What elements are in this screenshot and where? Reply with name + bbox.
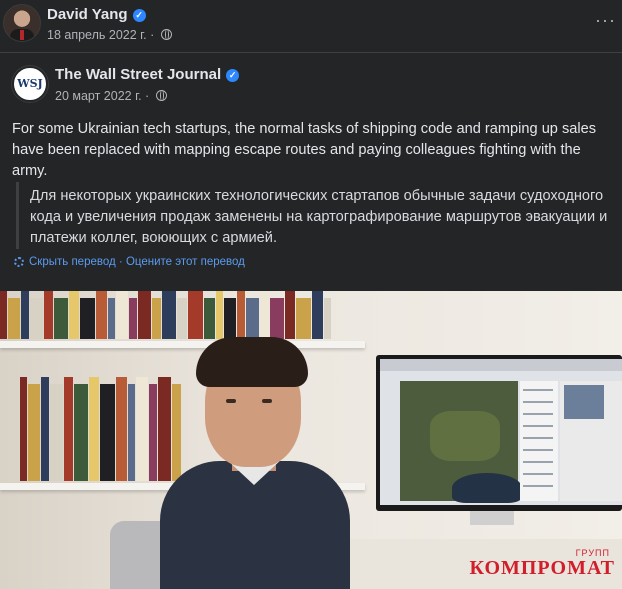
screen-chat	[520, 381, 558, 501]
monitor-screen	[380, 359, 622, 505]
book	[0, 291, 7, 339]
book	[64, 377, 73, 481]
shared-post-card: WSJ The Wall Street Journal ✓ 20 март 202…	[0, 52, 622, 589]
post-text: For some Ukrainian tech startups, the no…	[12, 121, 597, 179]
book	[41, 377, 49, 481]
book	[89, 377, 99, 481]
book	[136, 377, 148, 481]
book	[260, 291, 269, 339]
author-avatar[interactable]	[3, 4, 41, 42]
post-date[interactable]: 18 апрель 2022 г. ·	[47, 28, 154, 42]
verified-badge-icon: ✓	[226, 69, 240, 82]
book	[237, 291, 245, 339]
gear-icon[interactable]	[14, 257, 24, 267]
screen-top-bar	[380, 359, 622, 371]
wsj-logo[interactable]: WSJ	[12, 66, 48, 102]
book	[50, 384, 63, 481]
book	[128, 384, 135, 481]
avatar-tie	[20, 30, 24, 40]
book	[116, 377, 127, 481]
post-header: David Yang ✓ 18 апрель 2022 г. · ···	[0, 0, 622, 50]
book	[54, 298, 68, 339]
globe-icon	[160, 29, 172, 40]
verified-badge-icon: ✓	[132, 9, 146, 22]
book	[21, 291, 29, 339]
book	[152, 298, 161, 339]
book	[8, 298, 20, 339]
book	[158, 377, 171, 481]
author-name-row: David Yang ✓	[47, 6, 146, 23]
monitor-stand	[470, 511, 514, 525]
book	[149, 384, 157, 481]
page-name-row: The Wall Street Journal ✓	[55, 66, 240, 83]
book	[188, 291, 203, 339]
book	[108, 298, 115, 339]
book	[20, 377, 27, 481]
book	[324, 298, 331, 339]
shared-post-date[interactable]: 20 март 2022 г. ·	[55, 89, 149, 103]
hide-translation-link[interactable]: Скрыть перевод	[29, 256, 116, 268]
watermark: КОМПРОМАТ	[469, 557, 615, 579]
map-land	[430, 411, 500, 461]
author-name[interactable]: David Yang	[47, 6, 128, 23]
book	[270, 298, 284, 339]
book	[172, 384, 181, 481]
screen-map	[400, 381, 522, 503]
globe-icon	[155, 90, 167, 101]
book	[216, 291, 223, 339]
book	[74, 384, 88, 481]
book	[224, 298, 236, 339]
translation-actions: Скрыть перевод · Оцените этот перевод	[14, 256, 245, 268]
book	[30, 298, 43, 339]
bookshelf	[0, 341, 365, 348]
screen-photo	[564, 385, 604, 419]
book	[116, 291, 128, 339]
person-hair	[196, 337, 308, 387]
page-name[interactable]: The Wall Street Journal	[55, 66, 221, 83]
translation-block: Для некоторых украинских технологических…	[16, 182, 615, 249]
book	[204, 298, 215, 339]
more-options-icon[interactable]: ···	[595, 10, 616, 31]
book	[138, 291, 151, 339]
screen-sidebar	[560, 381, 622, 501]
person-eye	[226, 399, 236, 403]
book	[80, 298, 95, 339]
book	[162, 291, 176, 339]
rate-translation-link[interactable]: Оцените этот перевод	[126, 256, 245, 268]
post-photo[interactable]: ГРУПП КОМПРОМАТ	[0, 291, 622, 589]
person-eye	[262, 399, 272, 403]
map-sea	[452, 473, 522, 503]
book	[285, 291, 295, 339]
separator: ·	[115, 256, 126, 268]
book	[100, 384, 115, 481]
shared-post-meta: 20 март 2022 г. ·	[55, 89, 167, 103]
book	[96, 291, 107, 339]
book	[246, 298, 259, 339]
book	[296, 298, 311, 339]
book	[312, 291, 323, 339]
book	[28, 384, 40, 481]
book	[44, 291, 53, 339]
book	[129, 298, 137, 339]
translation-text: Для некоторых украинских технологических…	[30, 188, 608, 246]
book	[69, 291, 79, 339]
book	[177, 298, 187, 339]
post-meta: 18 апрель 2022 г. ·	[47, 28, 172, 42]
